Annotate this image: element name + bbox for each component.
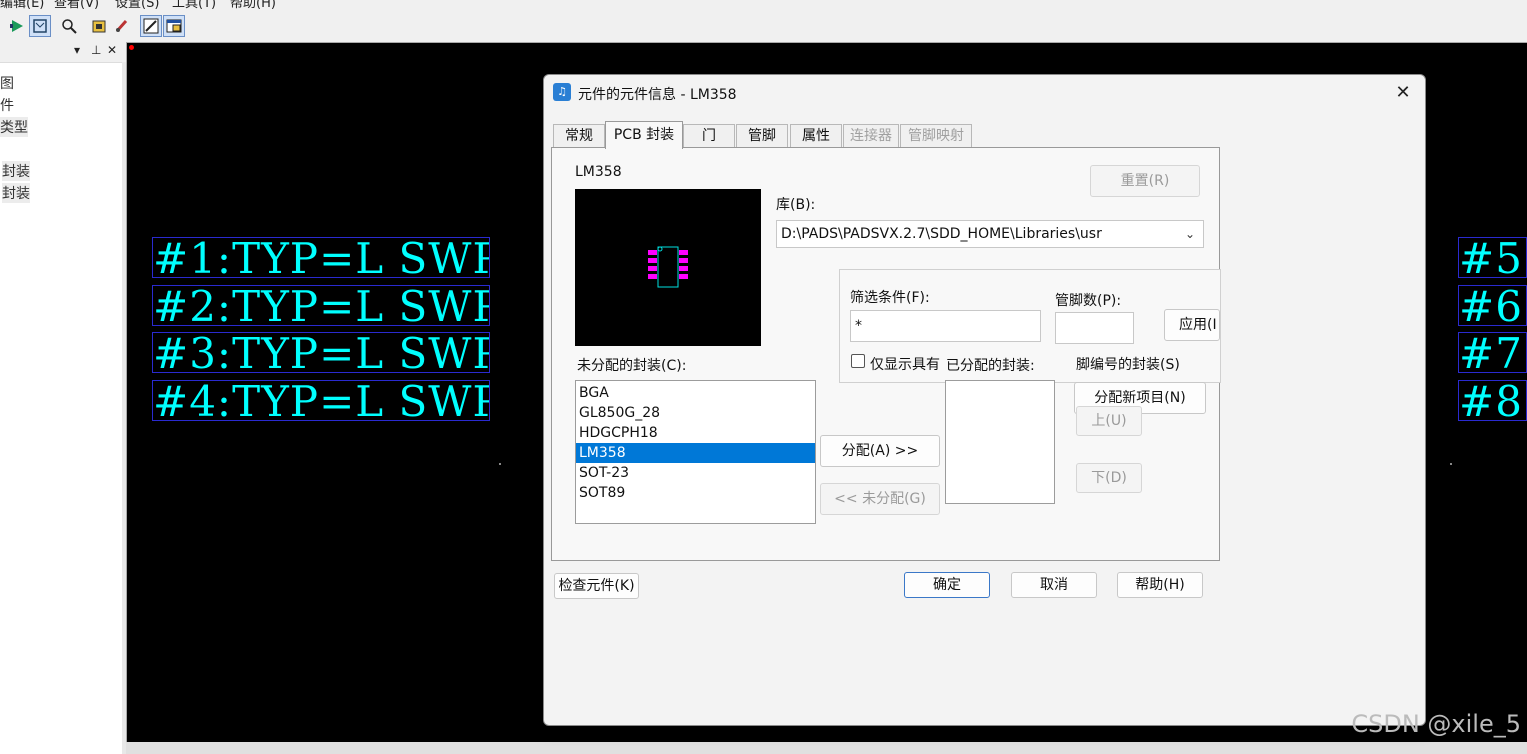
menu-tools[interactable]: 工具(T) — [172, 0, 216, 9]
pin-icon[interactable]: ⊥ — [91, 43, 101, 57]
pcb-decal-panel: LM358 重置(R) 库(B): D:\PADS\PADSVX.2.7\SDD… — [551, 147, 1221, 561]
assigned-label: 已分配的封装: — [946, 358, 1035, 374]
app-icon: ♫ — [553, 83, 571, 101]
tab-pin-mapping: 管脚映射 — [900, 124, 972, 148]
close-icon[interactable]: ✕ — [107, 43, 117, 57]
window-icon[interactable] — [163, 15, 185, 37]
unassigned-list[interactable]: BGA GL850G_28 HDGCPH18 LM358 SOT-23 SOT8… — [575, 380, 816, 524]
library-value: D:\PADS\PADSVX.2.7\SDD_HOME\Libraries\us… — [781, 226, 1102, 242]
dialog-titlebar[interactable]: ♫ 元件的元件信息 - LM358 ✕ — [544, 75, 1425, 111]
footprint-graphic — [648, 246, 688, 288]
tab-general[interactable]: 常规 — [553, 124, 605, 148]
play-icon[interactable] — [6, 15, 28, 37]
pin-label: #4:TYP=L SWP=0 — [153, 380, 489, 421]
pin-label: #6: — [1459, 285, 1526, 326]
pin-label-box[interactable]: #5: — [1458, 237, 1527, 278]
list-item[interactable]: SOT89 — [576, 483, 815, 503]
library-label: 库(B): — [776, 197, 816, 213]
show-only-checkbox[interactable] — [851, 354, 865, 368]
pin-label-box[interactable]: #2:TYP=L SWP=0 — [152, 285, 490, 326]
tab-connector: 连接器 — [843, 124, 899, 148]
wizard-icon[interactable] — [140, 15, 162, 37]
pin-label: #1:TYP=L SWP=0 — [153, 237, 489, 278]
move-up-button[interactable]: 上(U) — [1076, 406, 1142, 436]
dialog-title: 元件的元件信息 - LM358 — [578, 87, 737, 103]
decal-preview — [575, 189, 761, 346]
assign-button[interactable]: 分配(A) >> — [820, 435, 940, 467]
assigned-list[interactable] — [945, 380, 1055, 504]
menu-bar: 编辑(E) 查看(V) 设置(S) 工具(T) 帮助(H) — [0, 0, 1527, 9]
grid-dot — [499, 463, 501, 465]
list-item[interactable]: GL850G_28 — [576, 403, 815, 423]
zoom-icon[interactable] — [58, 15, 80, 37]
pin-label: #7: — [1459, 332, 1526, 373]
tree-item[interactable]: 封装 — [2, 183, 30, 203]
menu-settings[interactable]: 设置(S) — [115, 0, 159, 9]
pin-label-box[interactable]: #3:TYP=L SWP=0 — [152, 332, 490, 373]
origin-marker — [129, 45, 134, 50]
pin-count-label: 管脚数(P): — [1055, 293, 1122, 309]
filter-input[interactable]: * — [850, 310, 1041, 342]
cancel-button[interactable]: 取消 — [1011, 572, 1097, 598]
grid-dot — [1450, 463, 1452, 465]
chevron-down-icon: ⌄ — [1184, 227, 1195, 241]
menu-help[interactable]: 帮助(H) — [230, 0, 276, 9]
menu-edit[interactable]: 编辑(E) — [0, 0, 44, 9]
show-only-label: 仅显示具有 — [870, 357, 940, 373]
pin-label-box[interactable]: #7: — [1458, 332, 1527, 373]
tab-pcb-decal[interactable]: PCB 封装 — [605, 121, 683, 149]
brush-icon[interactable] — [111, 15, 133, 37]
pin-label: #2:TYP=L SWP=0 — [153, 285, 489, 326]
list-item[interactable]: SOT-23 — [576, 463, 815, 483]
pin-label-box[interactable]: #6: — [1458, 285, 1527, 326]
ok-button[interactable]: 确定 — [904, 572, 990, 598]
close-icon[interactable]: ✕ — [1391, 81, 1415, 105]
help-button[interactable]: 帮助(H) — [1117, 572, 1203, 598]
list-item[interactable]: HDGCPH18 — [576, 423, 815, 443]
apply-button[interactable]: 应用(I — [1164, 309, 1220, 341]
tree-item[interactable]: 件 — [0, 95, 14, 115]
panel-header: ▾ ⊥ ✕ — [0, 42, 126, 63]
tree-item[interactable]: 封装 — [2, 161, 30, 181]
part-information-dialog: ♫ 元件的元件信息 - LM358 ✕ 常规 PCB 封装 门 管脚 属性 连接… — [543, 74, 1426, 726]
library-select[interactable]: D:\PADS\PADSVX.2.7\SDD_HOME\Libraries\us… — [776, 220, 1204, 248]
part-name: LM358 — [575, 164, 622, 180]
tab-gates[interactable]: 门 — [683, 124, 735, 148]
toolbar — [0, 9, 1527, 43]
project-explorer: ▾ ⊥ ✕ 图 件 类型 封装 封装 — [0, 42, 127, 754]
dropdown-icon[interactable]: ▾ — [74, 43, 80, 57]
pin-label-box[interactable]: #8: — [1458, 380, 1527, 421]
pin-label: #3:TYP=L SWP=0 — [153, 332, 489, 373]
pin-label-box[interactable]: #4:TYP=L SWP=0 — [152, 380, 490, 421]
menu-view[interactable]: 查看(V) — [54, 0, 99, 9]
status-strip — [126, 742, 1527, 754]
select-mode-icon[interactable] — [29, 15, 51, 37]
tab-pins[interactable]: 管脚 — [736, 124, 788, 148]
unassigned-label: 未分配的封装(C): — [577, 358, 687, 374]
pin-label-box[interactable]: #1:TYP=L SWP=0 — [152, 237, 490, 278]
pin-count-input[interactable] — [1055, 312, 1134, 344]
pin-number-suffix: 脚编号的封装(S) — [1076, 357, 1180, 373]
panel-scrollbar[interactable] — [122, 62, 126, 754]
unassign-button[interactable]: << 未分配(G) — [820, 483, 940, 515]
component-icon[interactable] — [88, 15, 110, 37]
tab-attributes[interactable]: 属性 — [790, 124, 842, 148]
tree-item[interactable]: 图 — [0, 73, 14, 93]
check-part-button[interactable]: 检查元件(K) — [554, 573, 639, 599]
reset-button[interactable]: 重置(R) — [1090, 165, 1200, 197]
pin-label: #5: — [1459, 237, 1526, 278]
filter-label: 筛选条件(F): — [850, 290, 930, 306]
tree-item[interactable]: 类型 — [0, 117, 28, 137]
move-down-button[interactable]: 下(D) — [1076, 463, 1142, 493]
watermark: CSDN @xile_5 — [1351, 710, 1521, 738]
list-item-selected[interactable]: LM358 — [576, 443, 815, 463]
pin-label: #8: — [1459, 380, 1526, 421]
list-item[interactable]: BGA — [576, 383, 815, 403]
